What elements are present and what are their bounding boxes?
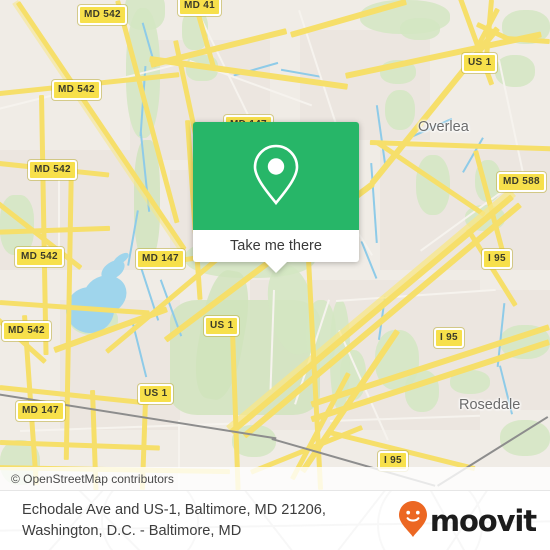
map-place-label: Rosedale bbox=[459, 397, 521, 413]
highway-shield: MD 542 bbox=[28, 160, 77, 180]
highway-shield: MD 41 bbox=[178, 0, 221, 16]
map-green-area bbox=[400, 18, 440, 40]
highway-shield: MD 542 bbox=[2, 321, 51, 341]
map-green-area bbox=[385, 90, 415, 130]
highway-shield: MD 542 bbox=[52, 80, 101, 100]
highway-shield: I 95 bbox=[434, 328, 464, 348]
highway-shield: I 95 bbox=[482, 249, 512, 269]
moovit-logo[interactable]: moovit bbox=[398, 500, 537, 543]
popup-header bbox=[193, 122, 359, 230]
location-popup-card[interactable]: Take me there bbox=[193, 122, 359, 273]
moovit-wordmark: moovit bbox=[429, 504, 537, 538]
location-address: Echodale Ave and US-1, Baltimore, MD 212… bbox=[22, 500, 326, 542]
map-place-label: Overlea bbox=[418, 119, 469, 135]
popup-pointer bbox=[265, 262, 287, 273]
take-me-there-label: Take me there bbox=[230, 238, 322, 254]
map-attribution-bar: © OpenStreetMap contributors bbox=[0, 467, 550, 490]
map-green-area bbox=[500, 420, 550, 456]
highway-shield: US 1 bbox=[462, 53, 498, 73]
footer-bar: Echodale Ave and US-1, Baltimore, MD 212… bbox=[0, 490, 550, 550]
highway-shield: MD 147 bbox=[16, 401, 65, 421]
highway-shield: US 1 bbox=[204, 316, 240, 336]
highway-shield: MD 542 bbox=[15, 247, 64, 267]
highway-shield: US 1 bbox=[138, 384, 174, 404]
map-pin-icon bbox=[250, 141, 302, 212]
highway-shield: MD 588 bbox=[497, 172, 546, 192]
highway-shield: MD 542 bbox=[78, 5, 127, 25]
take-me-there-button[interactable]: Take me there bbox=[193, 230, 359, 262]
address-line-2: Washington, D.C. - Baltimore, MD bbox=[22, 523, 242, 539]
address-line-1: Echodale Ave and US-1, Baltimore, MD 212… bbox=[22, 502, 326, 518]
highway-shield: MD 147 bbox=[136, 249, 185, 269]
moovit-map-screenshot: Overlea Rosedale MD 542 MD 41 US 1 MD 54… bbox=[0, 0, 550, 550]
map-canvas[interactable]: Overlea Rosedale MD 542 MD 41 US 1 MD 54… bbox=[0, 0, 550, 490]
moovit-smiley-pin-icon bbox=[398, 500, 428, 543]
osm-attribution-text[interactable]: © OpenStreetMap contributors bbox=[0, 472, 174, 486]
